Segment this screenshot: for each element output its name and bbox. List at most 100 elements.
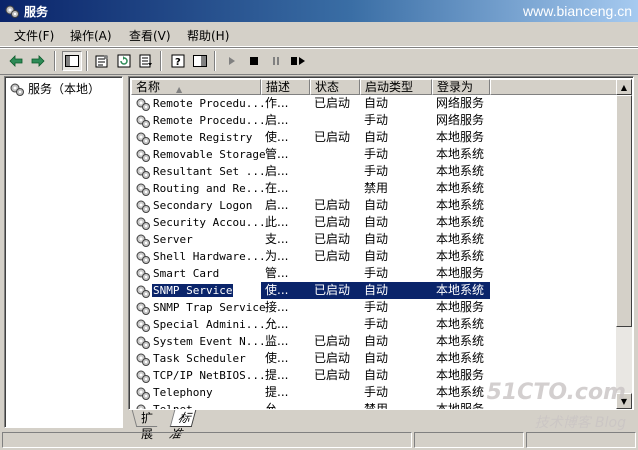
table-row[interactable]: Shell Hardware... 为... 已启动 自动 本地系统: [131, 248, 619, 265]
service-status: [310, 146, 360, 163]
menu-bar: 文件(F) 操作(A) 查看(V) 帮助(H): [0, 22, 638, 47]
service-name: System Event N...: [153, 335, 266, 348]
service-name-cell: Telnet: [131, 402, 261, 409]
pause-service-button[interactable]: [266, 51, 286, 71]
start-service-button[interactable]: [222, 51, 242, 71]
service-name: Smart Card: [153, 267, 220, 280]
table-row[interactable]: Smart Card 管... 手动 本地服务: [131, 265, 619, 282]
service-startup-type: 自动: [364, 130, 389, 144]
tab-standard[interactable]: 标准: [167, 410, 197, 441]
service-status: 已启动: [314, 249, 351, 263]
title-bar[interactable]: 服务 www.bianceng.cn: [0, 0, 638, 22]
service-startup-type: 禁用: [364, 402, 389, 410]
column-header-startup-type[interactable]: 启动类型: [360, 79, 432, 95]
restart-service-button[interactable]: [288, 51, 308, 71]
service-description: 使...: [265, 351, 289, 365]
stop-service-button[interactable]: [244, 51, 264, 71]
column-header-name[interactable]: 名称 ▲: [131, 79, 261, 95]
show-hide-tree-button[interactable]: [62, 51, 82, 71]
service-status: [310, 112, 360, 129]
menu-action[interactable]: 操作(A): [66, 26, 116, 45]
service-startup-type: 手动: [364, 300, 389, 314]
table-row[interactable]: Remote Procedu... 启... 手动 网络服务: [131, 112, 619, 129]
table-row[interactable]: Remote Procedu... 作... 已启动 自动 网络服务: [131, 95, 619, 112]
service-description: 提...: [265, 368, 289, 382]
table-row[interactable]: Special Admini... 允... 手动 本地系统: [131, 316, 619, 333]
column-header-status[interactable]: 状态: [310, 79, 360, 95]
column-header-filler: [490, 79, 620, 95]
table-row[interactable]: SNMP Service 使... 已启动 自动 本地系统: [131, 282, 619, 299]
service-name-cell: System Event N...: [131, 334, 266, 350]
forward-button[interactable]: [28, 51, 48, 71]
service-description: 作...: [265, 96, 289, 110]
service-status: [310, 401, 360, 409]
back-button[interactable]: [6, 51, 26, 71]
scroll-up-button[interactable]: ▲: [616, 79, 632, 95]
service-description: 提...: [265, 385, 289, 399]
services-gear-icon: [5, 5, 19, 18]
service-gear-icon: [136, 234, 150, 247]
service-name-cell: Resultant Set ...: [131, 164, 266, 180]
service-description: 为...: [265, 249, 289, 263]
service-name: Routing and Re...: [153, 182, 266, 195]
column-header-description[interactable]: 描述: [261, 79, 310, 95]
console-tree-pane[interactable]: 服务（本地）: [4, 76, 123, 428]
export-list-button[interactable]: [136, 51, 156, 71]
service-description: 支...: [265, 232, 289, 246]
service-startup-type: 手动: [364, 385, 389, 399]
scroll-thumb[interactable]: [616, 95, 632, 327]
table-row[interactable]: Removable Storage 管... 手动 本地系统: [131, 146, 619, 163]
column-header-label: 状态: [315, 80, 340, 94]
table-row[interactable]: Secondary Logon 启... 已启动 自动 本地系统: [131, 197, 619, 214]
tree-node-services-local[interactable]: 服务（本地）: [9, 80, 100, 97]
service-name-cell: Remote Procedu...: [131, 96, 266, 112]
service-log-on-as: 本地系统: [436, 147, 485, 161]
service-status: 已启动: [314, 232, 351, 246]
service-log-on-as: 网络服务: [436, 96, 485, 110]
action-pane-icon: [193, 55, 207, 67]
table-row[interactable]: Remote Registry 使... 已启动 自动 本地服务: [131, 129, 619, 146]
service-status: 已启动: [314, 96, 351, 110]
service-log-on-as: 本地服务: [436, 402, 485, 410]
service-status: 已启动: [310, 282, 360, 299]
service-log-on-as: 本地系统: [436, 232, 485, 246]
service-startup-type: 禁用: [364, 181, 389, 195]
service-description: 管...: [265, 266, 289, 280]
service-name: Telephony: [153, 386, 213, 399]
service-log-on-as: 本地系统: [436, 334, 485, 348]
table-row[interactable]: System Event N... 监... 已启动 自动 本地系统: [131, 333, 619, 350]
menu-file[interactable]: 文件(F): [10, 26, 58, 45]
service-name-cell: Remote Procedu...: [131, 113, 266, 129]
help-icon: ?: [171, 54, 185, 68]
service-name: Secondary Logon: [153, 199, 253, 212]
show-action-pane-button[interactable]: [190, 51, 210, 71]
menu-help[interactable]: 帮助(H): [183, 26, 233, 45]
export-list-icon: [139, 54, 152, 68]
service-description: 允...: [265, 317, 289, 331]
table-row[interactable]: Server 支... 已启动 自动 本地系统: [131, 231, 619, 248]
service-description: 启...: [265, 164, 289, 178]
tab-extended[interactable]: 扩展: [131, 410, 158, 441]
service-log-on-as: 本地服务: [436, 130, 485, 144]
service-startup-type: 自动: [364, 351, 389, 365]
play-icon: [229, 57, 235, 65]
service-log-on-as: 本地系统: [436, 317, 485, 331]
vertical-scrollbar[interactable]: ▲ ▼: [616, 79, 632, 409]
service-gear-icon: [136, 200, 150, 213]
table-row[interactable]: Security Accou... 此... 已启动 自动 本地系统: [131, 214, 619, 231]
table-row[interactable]: Routing and Re... 在... 禁用 本地系统: [131, 180, 619, 197]
table-row[interactable]: Resultant Set ... 启... 手动 本地系统: [131, 163, 619, 180]
table-row[interactable]: SNMP Trap Service 接... 手动 本地服务: [131, 299, 619, 316]
service-name-cell: Routing and Re...: [131, 181, 266, 197]
services-list-pane[interactable]: 名称 ▲ 描述 状态 启动类型 登录为 Remote Procedu... 作..…: [128, 76, 634, 410]
service-status: 已启动: [314, 215, 351, 229]
service-description: 启...: [265, 198, 289, 212]
refresh-button[interactable]: [114, 51, 134, 71]
menu-view[interactable]: 查看(V): [125, 26, 175, 45]
properties-button[interactable]: [92, 51, 112, 71]
table-row[interactable]: Task Scheduler 使... 已启动 自动 本地系统: [131, 350, 619, 367]
service-startup-type: 自动: [364, 249, 389, 263]
column-header-log-on-as[interactable]: 登录为: [432, 79, 490, 95]
toolbar-separator: [54, 51, 56, 71]
help-button[interactable]: ?: [168, 51, 188, 71]
